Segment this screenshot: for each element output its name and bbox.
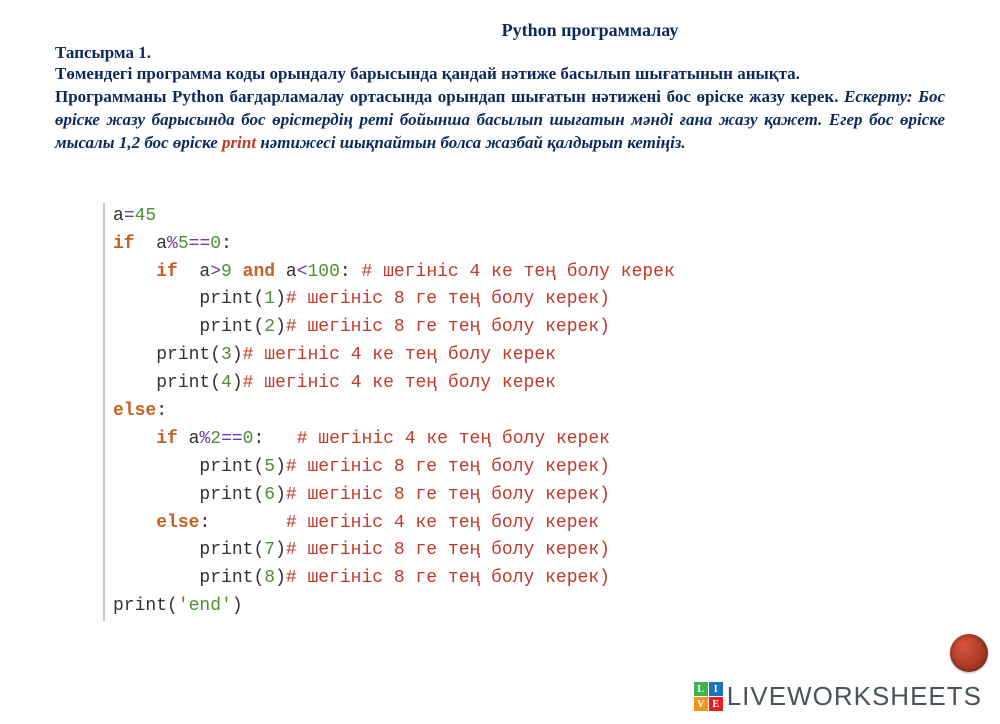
task-number: Тапсырма 1.: [55, 43, 945, 63]
note-print-word: print: [222, 133, 256, 152]
code-block: a=45 if a%5==0: if a>9 and a<100: # шегі…: [91, 195, 911, 629]
instruction-line-1: Төмендегі программа коды орындалу барысы…: [55, 63, 945, 86]
code-line-15: print('end'): [113, 593, 899, 621]
code-line-13: print(7)# шегініс 8 ге тең болу керек): [113, 537, 899, 565]
instruction-text: Программаны Python бағдарламалау ортасын…: [55, 87, 844, 106]
logo-square-e: E: [709, 697, 723, 711]
code-line-7: print(4)# шегініс 4 ке тең болу керек: [113, 370, 899, 398]
code-line-10: print(5)# шегініс 8 ге тең болу керек): [113, 454, 899, 482]
code-line-2: if a%5==0:: [113, 231, 899, 259]
code-line-8: else:: [113, 398, 899, 426]
code-line-14: print(8)# шегініс 8 ге тең болу керек): [113, 565, 899, 593]
logo-text: LIVEWORKSHEETS: [727, 681, 982, 712]
note-text-2: нәтижесі шықпайтын болса жазбай қалдырып…: [256, 133, 686, 152]
code-line-12: else: # шегініс 4 ке тең болу керек: [113, 510, 899, 538]
page-title: Python программалау: [235, 20, 945, 41]
logo-squares-icon: L I V E: [694, 682, 723, 711]
code-line-6: print(3)# шегініс 4 ке тең болу керек: [113, 342, 899, 370]
logo-square-i: I: [709, 682, 723, 696]
instruction-line-2: Программаны Python бағдарламалау ортасын…: [55, 86, 945, 155]
code-line-4: print(1)# шегініс 8 ге тең болу керек): [113, 286, 899, 314]
code-line-1: a=45: [113, 203, 899, 231]
code-line-5: print(2)# шегініс 8 ге тең болу керек): [113, 314, 899, 342]
code-line-3: if a>9 and a<100: # шегініс 4 ке тең бол…: [113, 259, 899, 287]
code-line-11: print(6)# шегініс 8 ге тең болу керек): [113, 482, 899, 510]
logo-square-v: V: [694, 697, 708, 711]
logo-square-l: L: [694, 682, 708, 696]
code-line-9: if a%2==0: # шегініс 4 ке тең болу керек: [113, 426, 899, 454]
liveworksheets-logo: L I V E LIVEWORKSHEETS: [694, 681, 982, 712]
wax-seal-icon: [950, 634, 988, 672]
